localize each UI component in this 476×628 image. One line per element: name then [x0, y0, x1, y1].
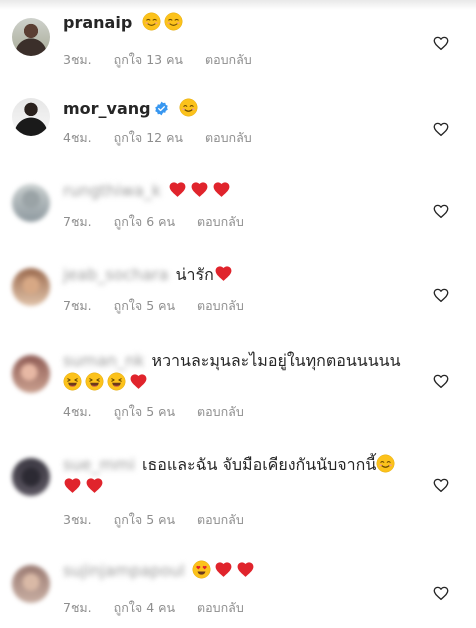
comment-username[interactable]: sujinjampapoul [63, 560, 185, 582]
heart-emoji-icon [168, 180, 187, 199]
reply-button[interactable]: ตอบกลับ [197, 298, 244, 313]
reply-button[interactable]: ตอบกลับ [197, 512, 244, 527]
laugh-emoji-icon [63, 372, 82, 391]
comment-text: น่ารัก [175, 265, 214, 284]
heart-emoji-icon [129, 372, 148, 391]
comment-time: 7ชม. [63, 214, 92, 229]
laugh-emoji-icon [85, 372, 104, 391]
comment-text-line2 [63, 476, 428, 498]
comment-likes-count[interactable]: ถูกใจ 5 คน [114, 404, 175, 419]
heart-emoji-icon [214, 264, 233, 283]
avatar[interactable] [12, 268, 50, 306]
heart-emoji-icon [190, 180, 209, 199]
heart-emoji-icon [63, 476, 82, 495]
comment-username[interactable]: mor_vang [63, 99, 151, 118]
comment-time: 7ชม. [63, 600, 92, 615]
comment-text: หวานละมุนละไมอยู่ในทุกตอนนนนน [151, 351, 401, 370]
avatar[interactable] [12, 18, 50, 56]
comment-username[interactable]: jeab_sochara [63, 264, 169, 286]
comment-time: 7ชม. [63, 298, 92, 313]
reply-button[interactable]: ตอบกลับ [205, 52, 252, 67]
comment-username[interactable]: pranaip [63, 13, 132, 32]
comment-likes-count[interactable]: ถูกใจ 5 คน [114, 298, 175, 313]
comment-time: 3ชม. [63, 512, 92, 527]
comment-meta: 7ชม. ถูกใจ 6 คน ตอบกลับ [63, 212, 266, 232]
comment-likes-count[interactable]: ถูกใจ 6 คน [114, 214, 175, 229]
top-shadow [0, 0, 476, 10]
laugh-emoji-icon [107, 372, 126, 391]
like-heart-icon[interactable] [432, 34, 450, 52]
like-heart-icon[interactable] [432, 584, 450, 602]
smile-emoji-icon [179, 98, 198, 117]
comment-username[interactable]: sue_mmi [63, 454, 135, 476]
reply-button[interactable]: ตอบกลับ [197, 600, 244, 615]
comment-time: 4ชม. [63, 404, 92, 419]
comment-text-line2 [63, 372, 428, 394]
heart-emoji-icon [85, 476, 104, 495]
comment-meta: 3ชม. ถูกใจ 5 คน ตอบกลับ [63, 510, 266, 530]
heart-emoji-icon [236, 560, 255, 579]
like-heart-icon[interactable] [432, 372, 450, 390]
comment-meta: 7ชม. ถูกใจ 4 คน ตอบกลับ [63, 598, 266, 618]
avatar[interactable] [12, 184, 50, 222]
relieved-emoji-icon [142, 12, 161, 31]
comment-text: เธอและฉัน จับมือเคียงกันนับจากนี้ [142, 455, 377, 474]
comment-likes-count[interactable]: ถูกใจ 5 คน [114, 512, 175, 527]
comment-meta: 4ชม. ถูกใจ 12 คน ตอบกลับ [63, 128, 274, 148]
comment-meta: 3ชม. ถูกใจ 13 คน ตอบกลับ [63, 50, 274, 70]
like-heart-icon[interactable] [432, 286, 450, 304]
comment-username[interactable]: suman_nk [63, 350, 144, 372]
reply-button[interactable]: ตอบกลับ [197, 404, 244, 419]
heart-emoji-icon [212, 180, 231, 199]
comment-likes-count[interactable]: ถูกใจ 4 คน [114, 600, 175, 615]
avatar[interactable] [12, 355, 50, 393]
comment-time: 3ชม. [63, 52, 92, 67]
avatar[interactable] [12, 98, 50, 136]
avatar[interactable] [12, 458, 50, 496]
like-heart-icon[interactable] [432, 120, 450, 138]
avatar[interactable] [12, 565, 50, 603]
comment-meta: 7ชม. ถูกใจ 5 คน ตอบกลับ [63, 296, 266, 316]
like-heart-icon[interactable] [432, 202, 450, 220]
like-heart-icon[interactable] [432, 476, 450, 494]
relieved-emoji-icon [164, 12, 183, 31]
comment-time: 4ชม. [63, 130, 92, 145]
comment-likes-count[interactable]: ถูกใจ 12 คน [114, 130, 183, 145]
reply-button[interactable]: ตอบกลับ [197, 214, 244, 229]
comment-likes-count[interactable]: ถูกใจ 13 คน [114, 52, 183, 67]
reply-button[interactable]: ตอบกลับ [205, 130, 252, 145]
smile-emoji-icon [376, 454, 395, 473]
hearteyes-emoji-icon [192, 560, 211, 579]
comment-meta: 4ชม. ถูกใจ 5 คน ตอบกลับ [63, 402, 266, 422]
heart-emoji-icon [214, 560, 233, 579]
comment-username[interactable]: rungthiwa_k [63, 180, 161, 202]
verified-badge-icon [154, 100, 169, 116]
